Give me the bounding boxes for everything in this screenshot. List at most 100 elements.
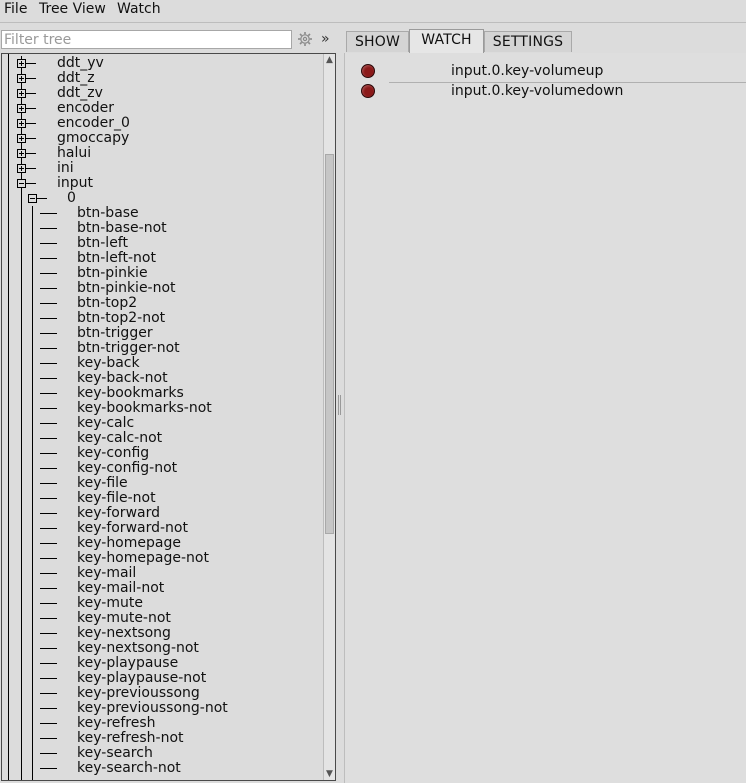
tree-leaf-key-previoussong-not[interactable]: key-previoussong-not <box>2 700 322 716</box>
tree-branch-line <box>26 123 36 124</box>
tree-leaf-key-file-not[interactable]: key-file-not <box>2 490 322 506</box>
tree-leaf-key-calc-not[interactable]: key-calc-not <box>2 430 322 446</box>
tab-show[interactable]: SHOW <box>346 31 409 52</box>
expand-icon[interactable] <box>17 74 26 83</box>
menu-bar: File Tree View Watch <box>0 0 746 23</box>
expand-icon[interactable] <box>17 149 26 158</box>
menu-tree-view[interactable]: Tree View <box>39 0 106 20</box>
expand-icon[interactable] <box>17 119 26 128</box>
tree-leaf-btn-left-not[interactable]: btn-left-not <box>2 250 322 266</box>
tree-branch-line <box>40 273 57 274</box>
tree-leaf-btn-top2-not[interactable]: btn-top2-not <box>2 310 322 326</box>
tree-branch-line <box>40 468 57 469</box>
tree-leaf-key-refresh[interactable]: key-refresh <box>2 715 322 731</box>
tree-leaf-label: key-homepage <box>77 535 181 551</box>
tree-scrollbar[interactable]: ▲ ▼ <box>323 54 335 780</box>
tree-leaf-btn-top2[interactable]: btn-top2 <box>2 295 322 311</box>
tree-node-halui[interactable]: halui <box>2 145 322 161</box>
tree-leaf-key-playpause-not[interactable]: key-playpause-not <box>2 670 322 686</box>
watch-row[interactable]: input.0.key-volumedown <box>345 83 746 103</box>
expand-icon[interactable] <box>17 89 26 98</box>
tree-leaf-key-forward[interactable]: key-forward <box>2 505 322 521</box>
tree-node-input[interactable]: input <box>2 175 322 191</box>
watch-row[interactable]: input.0.key-volumeup <box>345 63 746 83</box>
tree-node-gmoccapy[interactable]: gmoccapy <box>2 130 322 146</box>
tree-branch-line <box>40 303 57 304</box>
tree-node-label: encoder_0 <box>57 115 130 131</box>
menu-watch[interactable]: Watch <box>117 0 161 20</box>
tree-leaf-key-mute-not[interactable]: key-mute-not <box>2 610 322 626</box>
tree-leaf-btn-pinkie-not[interactable]: btn-pinkie-not <box>2 280 322 296</box>
tree-branch-line <box>40 693 57 694</box>
collapse-icon[interactable] <box>28 194 37 203</box>
tree-leaf-key-config[interactable]: key-config <box>2 445 322 461</box>
tree-leaf-btn-trigger[interactable]: btn-trigger <box>2 325 322 341</box>
tree-branch-line <box>40 738 57 739</box>
tree-leaf-btn-trigger-not[interactable]: btn-trigger-not <box>2 340 322 356</box>
tree-branch-line <box>40 483 57 484</box>
tree-leaf-key-previoussong[interactable]: key-previoussong <box>2 685 322 701</box>
expand-icon[interactable] <box>17 134 26 143</box>
tree-leaf-label: key-file <box>77 475 128 491</box>
tree-node-ddt_z[interactable]: ddt_z <box>2 70 322 86</box>
expand-icon[interactable] <box>17 104 26 113</box>
tree-leaf-key-nextsong-not[interactable]: key-nextsong-not <box>2 640 322 656</box>
tree-leaf-label: key-config <box>77 445 150 461</box>
scroll-thumb[interactable] <box>325 154 334 534</box>
tree-node-encoder[interactable]: encoder <box>2 100 322 116</box>
scroll-up-arrow-icon[interactable]: ▲ <box>324 54 335 66</box>
tree-leaf-btn-base[interactable]: btn-base <box>2 205 322 221</box>
expand-icon[interactable] <box>17 59 26 68</box>
filter-tree-input[interactable] <box>4 31 287 48</box>
tree-node-label: encoder <box>57 100 115 116</box>
menu-file[interactable]: File <box>4 0 27 20</box>
tree-leaf-key-mail-not[interactable]: key-mail-not <box>2 580 322 596</box>
scroll-down-arrow-icon[interactable]: ▼ <box>324 768 335 780</box>
tree-leaf-key-file[interactable]: key-file <box>2 475 322 491</box>
tab-settings[interactable]: SETTINGS <box>484 31 572 52</box>
watch-pin-label: input.0.key-volumeup <box>451 63 604 79</box>
tree-leaf-key-nextsong[interactable]: key-nextsong <box>2 625 322 641</box>
tree-leaf-key-homepage-not[interactable]: key-homepage-not <box>2 550 322 566</box>
tree-branch-line <box>40 528 57 529</box>
tree-node-ddt_yv[interactable]: ddt_yv <box>2 55 322 71</box>
pane-splitter[interactable] <box>338 395 341 415</box>
tab-watch[interactable]: WATCH <box>409 29 484 53</box>
tree-leaf-key-calc[interactable]: key-calc <box>2 415 322 431</box>
tree-leaf-key-mute[interactable]: key-mute <box>2 595 322 611</box>
tree-node-label: gmoccapy <box>57 130 130 146</box>
tree-branch-line <box>40 543 57 544</box>
expand-icon[interactable] <box>17 164 26 173</box>
tree-leaf-key-bookmarks[interactable]: key-bookmarks <box>2 385 322 401</box>
tree-leaf-label: btn-pinkie-not <box>77 280 176 296</box>
tree-leaf-key-search[interactable]: key-search <box>2 745 322 761</box>
tree-branch-line <box>40 498 57 499</box>
tree-leaf-key-playpause[interactable]: key-playpause <box>2 655 322 671</box>
tree-leaf-key-homepage[interactable]: key-homepage <box>2 535 322 551</box>
tree-leaf-key-config-not[interactable]: key-config-not <box>2 460 322 476</box>
tree-leaf-key-mail[interactable]: key-mail <box>2 565 322 581</box>
more-chevron-icon[interactable]: » <box>321 30 333 48</box>
tree-node-ini[interactable]: ini <box>2 160 322 176</box>
tree-leaf-key-search-not[interactable]: key-search-not <box>2 760 322 776</box>
tree-leaf-btn-left[interactable]: btn-left <box>2 235 322 251</box>
tree-leaf-label: btn-trigger-not <box>77 340 180 356</box>
tree-leaf-btn-pinkie[interactable]: btn-pinkie <box>2 265 322 281</box>
gear-icon[interactable] <box>297 31 313 47</box>
tree-leaf-key-forward-not[interactable]: key-forward-not <box>2 520 322 536</box>
collapse-icon[interactable] <box>17 179 26 188</box>
tree-branch-line <box>40 453 57 454</box>
tree-leaf-key-refresh-not[interactable]: key-refresh-not <box>2 730 322 746</box>
tree-leaf-label: key-nextsong <box>77 625 171 641</box>
tree-branch-line <box>26 78 36 79</box>
tree-leaf-label: key-homepage-not <box>77 550 209 566</box>
tree-leaf-label: key-search-not <box>77 760 181 776</box>
tree-node-ddt_zv[interactable]: ddt_zv <box>2 85 322 101</box>
tree-leaf-key-back-not[interactable]: key-back-not <box>2 370 322 386</box>
tree-leaf-btn-base-not[interactable]: btn-base-not <box>2 220 322 236</box>
tree-branch-line <box>40 438 57 439</box>
tree-node-encoder_0[interactable]: encoder_0 <box>2 115 322 131</box>
tree-leaf-key-bookmarks-not[interactable]: key-bookmarks-not <box>2 400 322 416</box>
tree-leaf-key-back[interactable]: key-back <box>2 355 322 371</box>
tree-node-input-0[interactable]: 0 <box>2 190 322 206</box>
